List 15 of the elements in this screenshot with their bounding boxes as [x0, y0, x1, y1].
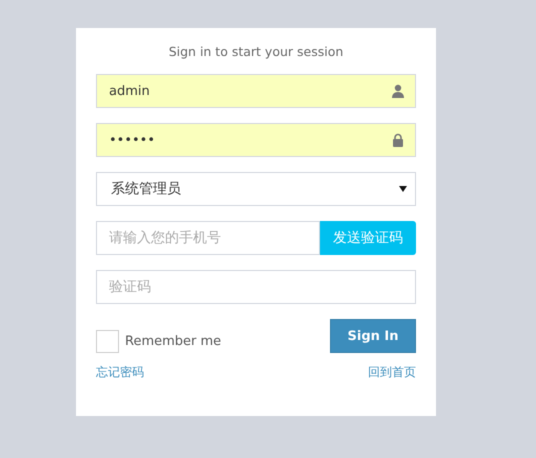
code-field[interactable]: 验证码 — [96, 270, 416, 304]
forgot-password-link[interactable]: 忘记密码 — [96, 364, 144, 381]
caret-icon — [399, 186, 407, 192]
lock-icon — [391, 133, 405, 147]
password-field[interactable]: •••••• — [96, 123, 416, 157]
sign-in-button[interactable]: Sign In — [330, 319, 416, 353]
user-icon — [391, 84, 405, 98]
login-title: Sign in to start your session — [168, 44, 344, 58]
remember-checkbox[interactable] — [96, 330, 119, 352]
role-select[interactable]: 系统管理员 — [96, 172, 416, 206]
remember-label: Remember me — [125, 334, 222, 348]
home-link[interactable]: 回到首页 — [368, 364, 416, 381]
phone-field[interactable]: 请输入您的手机号 — [96, 221, 320, 255]
username-field[interactable]: admin — [96, 74, 416, 108]
send-code-button[interactable]: 发送验证码 — [320, 221, 416, 255]
